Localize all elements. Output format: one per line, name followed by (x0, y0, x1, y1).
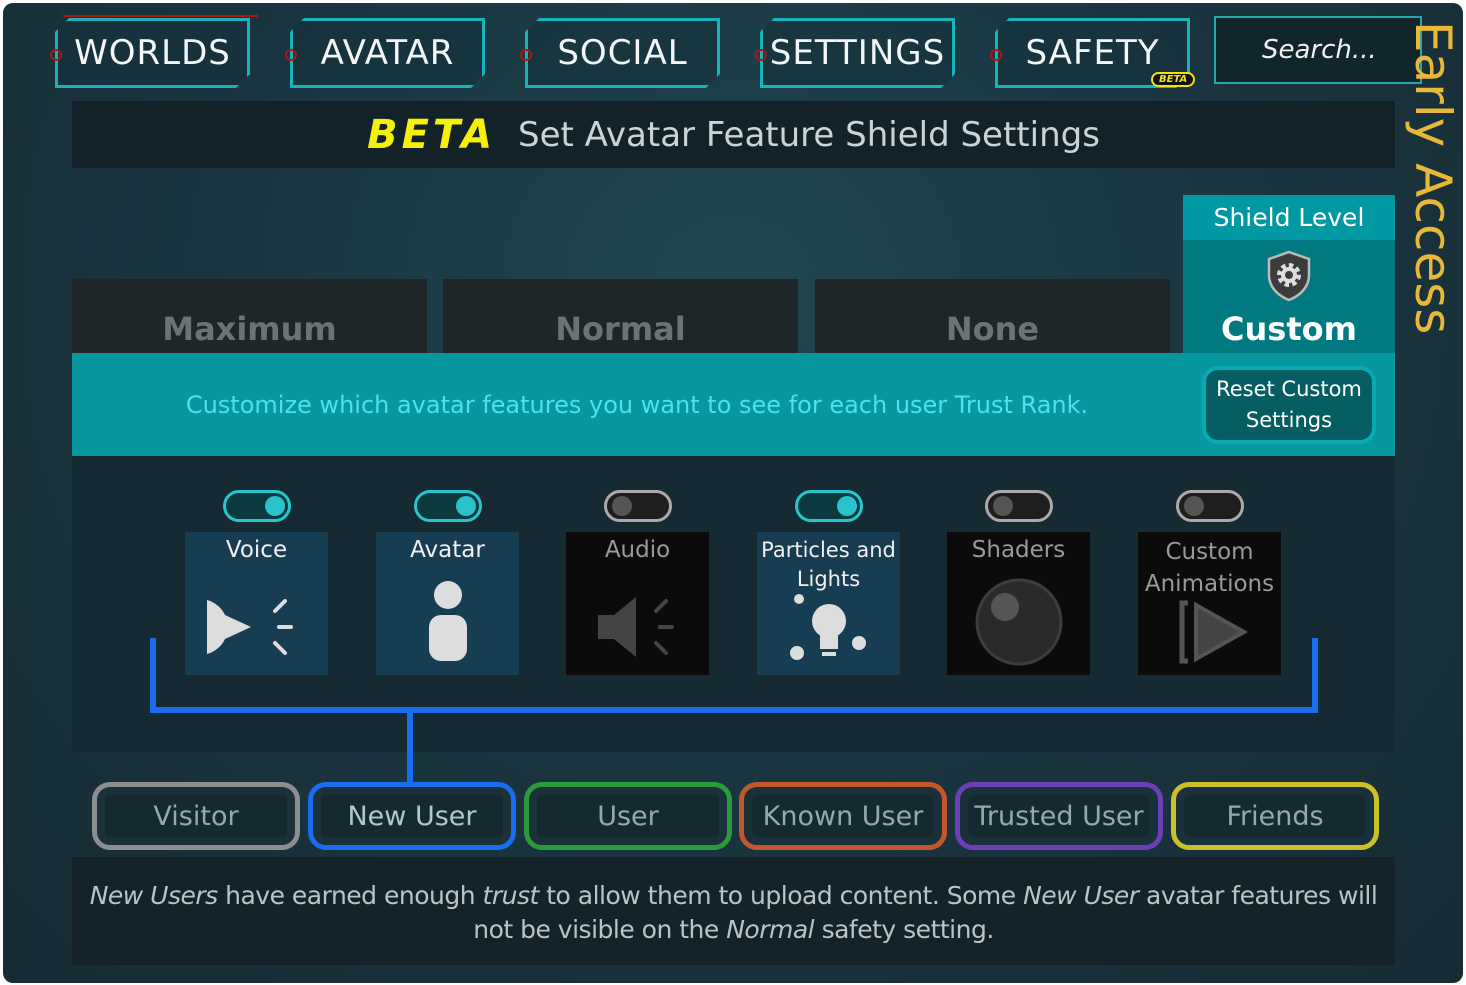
feature-label: Custom Animations (1144, 539, 1275, 597)
feature-avatar[interactable]: Avatar (376, 532, 519, 675)
feature-label: Shaders (971, 537, 1066, 563)
shader-sphere-icon (975, 578, 1063, 666)
nav-dot (520, 49, 532, 61)
beta-label: BETA (367, 111, 497, 158)
feature-custom-animations[interactable]: Custom Animations (1138, 532, 1281, 675)
rank-description: New Users have earned enough trust to al… (72, 857, 1395, 965)
rank-known-user[interactable]: Known User (739, 782, 947, 850)
level-custom[interactable]: Shield Level Custom (1183, 195, 1395, 356)
desc-em: Normal (726, 915, 815, 944)
tab-social[interactable]: SOCIAL (525, 18, 720, 88)
shield-level-value: Custom (1221, 310, 1357, 348)
rank-friends[interactable]: Friends (1171, 782, 1379, 850)
desc-em: trust (482, 881, 540, 910)
particles-lights-icon (790, 594, 866, 660)
shaders-toggle[interactable] (985, 490, 1053, 522)
nav-dot (990, 49, 1002, 61)
custom-instructions: Customize which avatar features you want… (185, 391, 1089, 419)
level-normal[interactable]: Normal (443, 279, 798, 354)
feature-label: Particles and Lights (761, 538, 896, 591)
safety-menu: WORLDS AVATAR SOCIAL SETTINGS SAFETY BET… (3, 3, 1463, 983)
desc-text: have earned enough (217, 881, 483, 910)
feature-audio[interactable]: Audio (566, 532, 709, 675)
desc-em: New User (1023, 881, 1139, 910)
particles-toggle[interactable] (795, 490, 863, 522)
animation-play-icon (1179, 600, 1249, 664)
level-none[interactable]: None (815, 279, 1170, 354)
custom-band: Customize which avatar features you want… (72, 353, 1395, 456)
rank-bracket (1312, 638, 1318, 713)
nav-dot (755, 49, 767, 61)
rank-bracket (150, 707, 1318, 713)
speaker-icon (598, 597, 674, 657)
rank-bracket (150, 638, 156, 713)
feature-label: Voice (225, 537, 288, 563)
avatar-icon (429, 581, 467, 661)
desc-em: New Users (89, 881, 218, 910)
tab-worlds[interactable]: WORLDS (55, 18, 250, 88)
nav-dot (285, 49, 297, 61)
tab-avatar[interactable]: AVATAR (290, 18, 485, 88)
rank-trusted-user[interactable]: Trusted User (955, 782, 1163, 850)
feature-particles-lights[interactable]: Particles and Lights (757, 532, 900, 675)
reset-custom-settings-button[interactable]: Reset Custom Settings (1202, 366, 1376, 444)
feature-shaders[interactable]: Shaders (947, 532, 1090, 675)
tab-settings[interactable]: SETTINGS (760, 18, 955, 88)
avatar-toggle[interactable] (414, 490, 482, 522)
level-maximum[interactable]: Maximum (72, 279, 427, 354)
beta-badge: BETA (1151, 72, 1196, 87)
search-input[interactable]: Search... (1214, 16, 1422, 84)
feature-label: Avatar (410, 537, 485, 563)
audio-toggle[interactable] (604, 490, 672, 522)
shield-gear-icon (1183, 250, 1395, 306)
voice-toggle[interactable] (223, 490, 291, 522)
page-title: BETA Set Avatar Feature Shield Settings (72, 101, 1395, 168)
nav-dot (50, 49, 62, 61)
rank-visitor[interactable]: Visitor (92, 782, 300, 850)
nav-decoration (63, 15, 258, 17)
rank-user[interactable]: User (524, 782, 732, 850)
animations-toggle[interactable] (1176, 490, 1244, 522)
early-access-label: Early Access (1404, 21, 1462, 335)
rank-bracket-stem (407, 707, 413, 783)
desc-text: safety setting. (814, 915, 995, 944)
voice-icon (207, 599, 293, 655)
title-text: Set Avatar Feature Shield Settings (518, 114, 1100, 155)
rank-new-user[interactable]: New User (308, 782, 516, 850)
feature-label: Audio (604, 537, 671, 563)
desc-text: to allow them to upload content. Some (538, 881, 1024, 910)
shield-level-header: Shield Level (1183, 195, 1395, 240)
feature-voice[interactable]: Voice (185, 532, 328, 675)
